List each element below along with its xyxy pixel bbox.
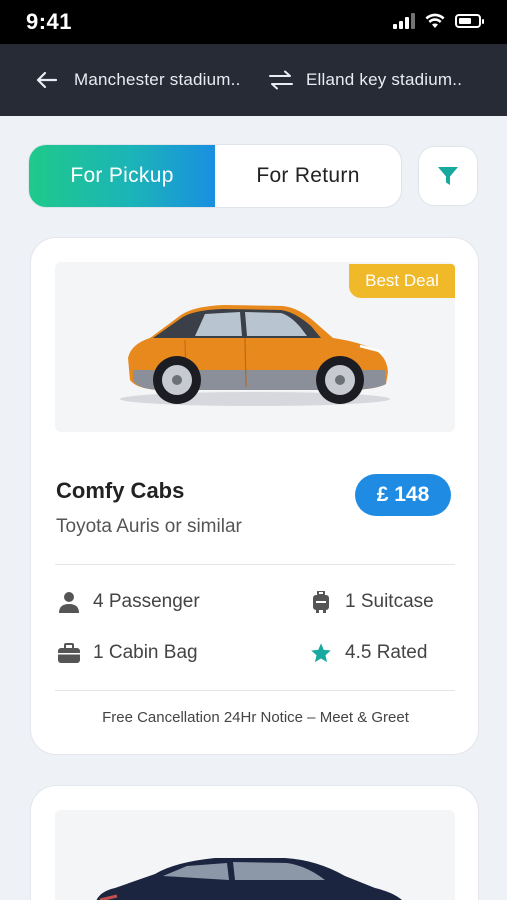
company-name: Comfy Cabs: [56, 478, 185, 503]
cabin-bag-feature: 1 Cabin Bag: [57, 641, 198, 665]
divider: [55, 564, 455, 565]
back-arrow-icon[interactable]: [34, 70, 58, 90]
signal-icon: [393, 13, 415, 29]
listing-card[interactable]: Best Deal Comfy Cabs Toyota Auris or sim…: [30, 237, 479, 755]
battery-icon: [455, 14, 484, 28]
status-icons: [393, 13, 484, 29]
passengers-feature: 4 Passenger: [57, 590, 200, 614]
filter-icon: [438, 167, 458, 185]
car-illustration: [96, 858, 402, 900]
star-icon: [309, 641, 333, 665]
suitcase-icon: [309, 590, 333, 614]
pickup-return-toggle: For Pickup For Return: [28, 144, 402, 208]
route-to[interactable]: Elland key stadium..: [306, 70, 462, 90]
swap-icon[interactable]: [268, 70, 294, 90]
status-time: 9:41: [26, 9, 73, 34]
cancellation-notice: Free Cancellation 24Hr Notice – Meet & G…: [102, 709, 409, 726]
route-from[interactable]: Manchester stadium..: [74, 70, 241, 90]
suitcase-feature: 1 Suitcase: [309, 590, 434, 614]
rating-feature: 4.5 Rated: [309, 641, 427, 665]
tab-for-pickup[interactable]: For Pickup: [29, 145, 215, 207]
tab-for-return[interactable]: For Return: [215, 145, 401, 207]
listing-card[interactable]: [30, 785, 479, 900]
status-bar: 9:41: [0, 0, 507, 44]
briefcase-icon: [57, 641, 81, 665]
passengers-label: 4 Passenger: [93, 591, 200, 612]
price-button[interactable]: £ 148: [355, 474, 451, 516]
divider: [55, 690, 455, 691]
suitcase-label: 1 Suitcase: [345, 591, 434, 612]
filter-button[interactable]: [418, 146, 478, 206]
rating-label: 4.5 Rated: [345, 642, 428, 663]
car-image: [55, 810, 455, 900]
route-header: Manchester stadium.. Elland key stadium.…: [0, 44, 507, 116]
wifi-icon: [425, 13, 445, 28]
best-deal-badge: Best Deal: [349, 264, 455, 298]
person-icon: [57, 590, 81, 614]
car-model: Toyota Auris or similar: [56, 516, 242, 537]
cabin-bag-label: 1 Cabin Bag: [93, 642, 198, 663]
